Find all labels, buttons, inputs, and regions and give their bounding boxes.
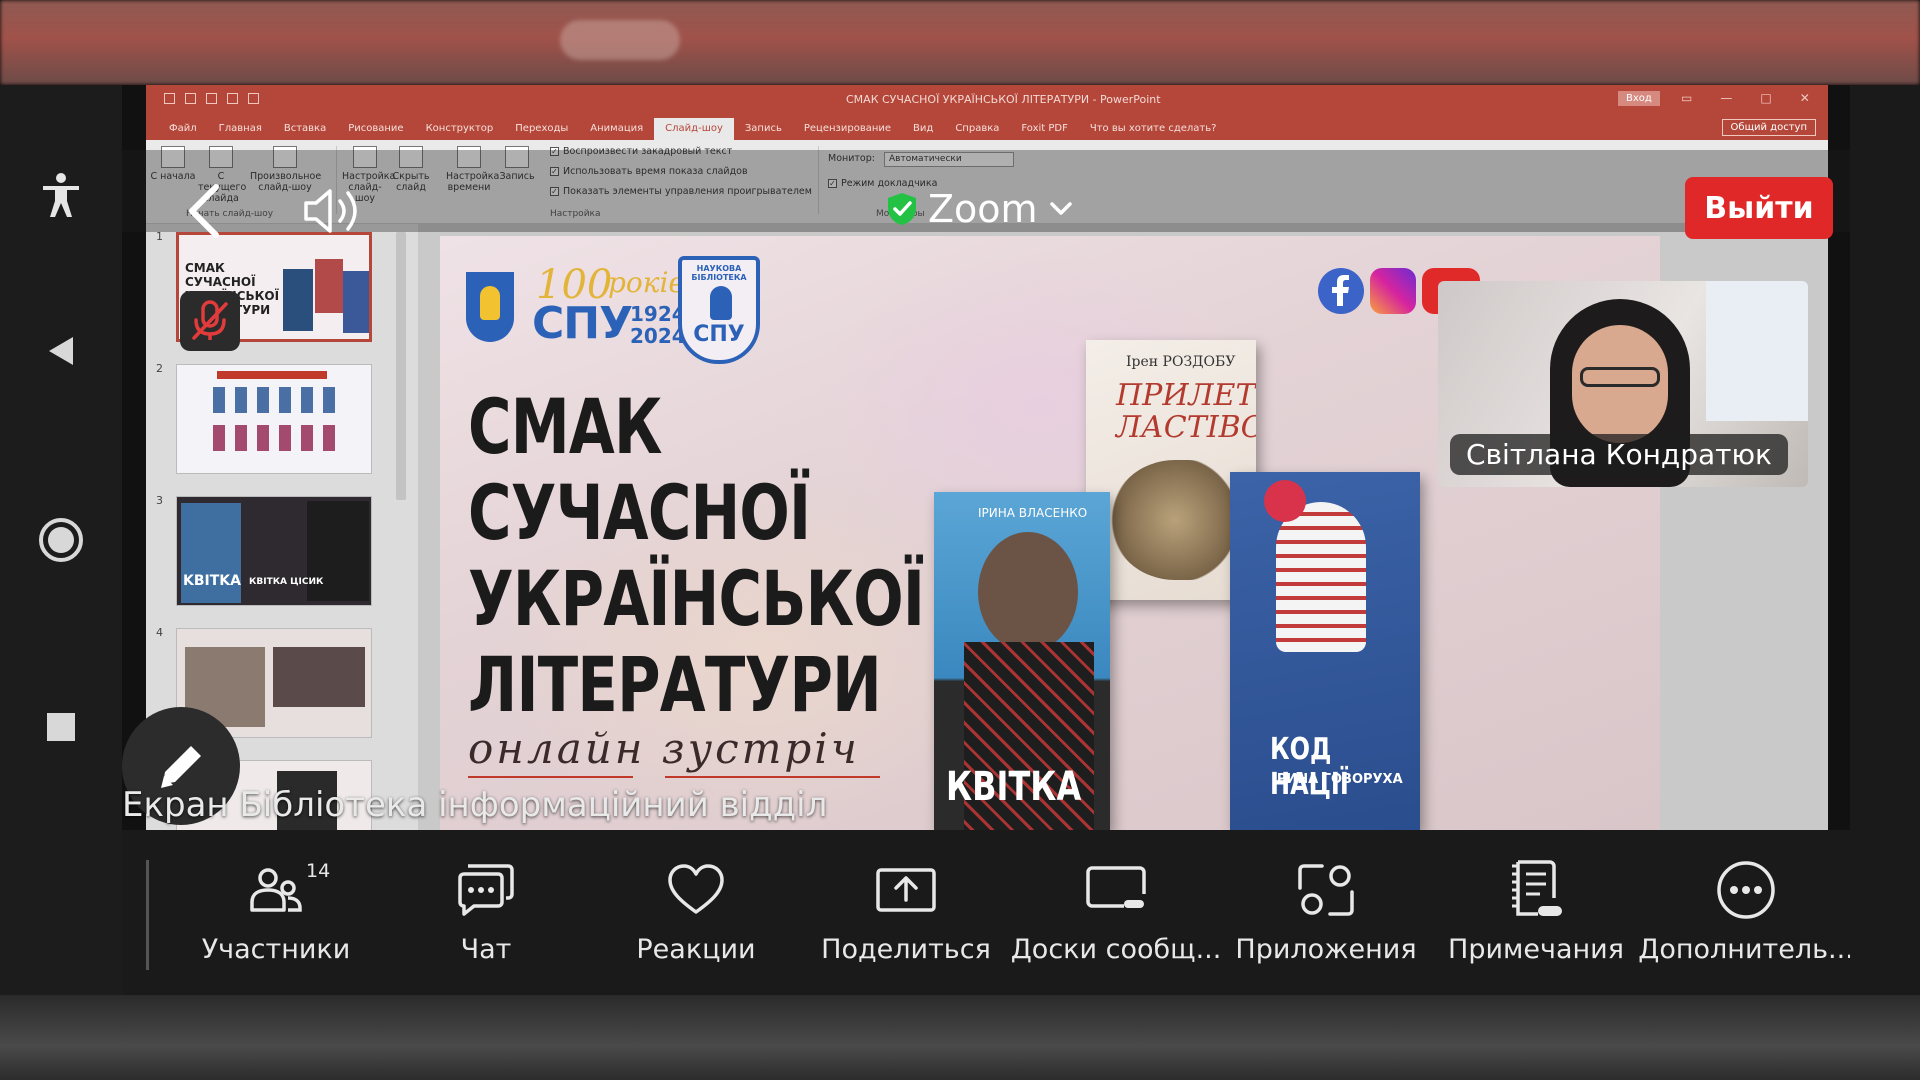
- right-margin: [1850, 85, 1920, 995]
- heart-icon: [668, 864, 724, 914]
- library-logo: НАУКОВА БІБЛІОТЕКА СПУ: [678, 256, 760, 364]
- participant-name-label: Світлана Кондратюк: [1450, 434, 1788, 475]
- zoom-title-text: Zoom: [928, 187, 1038, 231]
- ppt-tab-slideshow: Слайд-шоу: [654, 118, 734, 140]
- participant-video-tile[interactable]: Світлана Кондратюк: [1438, 281, 1808, 487]
- background-calendar: [1706, 281, 1808, 421]
- slide-thumbnail-2: [176, 364, 372, 474]
- nav-back-icon[interactable]: [31, 321, 91, 381]
- audio-output-button[interactable]: [302, 185, 366, 237]
- ppt-tab-view: Вид: [913, 123, 934, 134]
- window-controls: ▭ — □ ✕: [1681, 91, 1810, 105]
- whiteboard-icon: [1086, 866, 1146, 908]
- speaker-icon: [304, 189, 357, 233]
- ppt-signin-button: Вход: [1618, 91, 1660, 106]
- facebook-icon: [1318, 268, 1364, 314]
- background-blur-bottom: [0, 995, 1920, 1080]
- screen-share-muted-badge: [180, 291, 240, 351]
- ppt-tab-file: Файл: [169, 123, 197, 134]
- ppt-tab-foxit: Foxit PDF: [1021, 123, 1068, 134]
- slide-subtitle: онлайн зустріч: [468, 724, 860, 773]
- chat-icon: [458, 864, 514, 916]
- participants-icon: [250, 868, 302, 912]
- share-icon: [876, 868, 936, 912]
- toolbar-notes-button[interactable]: Примечания: [1436, 858, 1636, 978]
- ppt-title-bar: СМАК СУЧАСНОЇ УКРАЇНСЬКОЇ ЛІТЕРАТУРИ - P…: [146, 85, 1828, 115]
- leave-meeting-button[interactable]: Выйти: [1685, 177, 1833, 239]
- ppt-tab-help: Справка: [955, 123, 1000, 134]
- ppt-tab-design: Конструктор: [425, 123, 494, 134]
- ppt-tab-animations: Анимация: [590, 123, 644, 134]
- toolbar-more-button[interactable]: Дополнитель...: [1638, 858, 1850, 978]
- toolbar-whiteboards-button[interactable]: Доски сообщ...: [1011, 858, 1221, 978]
- zoom-bottom-toolbar: Участники 14 Чат Реакции Поделиться Доск…: [122, 830, 1850, 995]
- encryption-shield-icon: [888, 193, 916, 225]
- ppt-window-title: СМАК СУЧАСНОЇ УКРАЇНСЬКОЇ ЛІТЕРАТУРИ - P…: [846, 93, 1161, 106]
- slide-thumbnail-3: KBITKA КВІТКА ЦІСИК: [176, 496, 372, 606]
- ppt-tab-insert: Вставка: [283, 123, 327, 134]
- subtitle-underline: [665, 776, 880, 778]
- instagram-icon: [1370, 268, 1416, 314]
- ppt-share-button: Общий доступ: [1721, 119, 1816, 136]
- zoom-meeting-title[interactable]: Zoom: [886, 184, 1074, 234]
- shared-screen-label: Екран Бібліотека інформаційний відділ: [122, 785, 828, 825]
- subtitle-underline: [468, 776, 633, 778]
- thumb-label: KBITKA: [183, 573, 241, 589]
- ppt-tab-home: Главная: [218, 123, 262, 134]
- book-cover-kod-natsii: КОД НАЦІЇ ІРИНА ГОВОРУХА: [1230, 472, 1420, 830]
- thumbnails-scrollbar: [396, 232, 406, 500]
- zoom-back-button[interactable]: [184, 181, 224, 241]
- slide-title: СМАК СУЧАСНОЇ УКРАЇНСЬКОЇ ЛІТЕРАТУРИ: [468, 382, 925, 729]
- system-nav-bar: [0, 85, 122, 995]
- toolbar-chat-button[interactable]: Чат: [386, 858, 586, 978]
- nav-recents-icon[interactable]: [31, 697, 91, 757]
- ppt-tab-review: Рецензирование: [803, 123, 892, 134]
- book-cover-kvitka: ІРИНА ВЛАСЕНКО КВІТКА: [934, 492, 1110, 830]
- participant-glasses: [1580, 367, 1660, 387]
- ppt-tab-record: Запись: [744, 123, 782, 134]
- chevron-left-icon: [189, 184, 219, 238]
- ppt-tab-transitions: Переходы: [515, 123, 569, 134]
- background-blur-top: [0, 0, 1920, 85]
- ppt-tab-draw: Рисование: [348, 123, 404, 134]
- microphone-muted-icon: [192, 300, 228, 340]
- notes-icon: [1512, 860, 1562, 916]
- toolbar-reactions-button[interactable]: Реакции: [596, 858, 796, 978]
- toolbar-apps-button[interactable]: Приложения: [1226, 858, 1426, 978]
- quick-access-toolbar: [164, 93, 259, 104]
- logo-years-end: 2024: [630, 324, 686, 348]
- chevron-down-icon: [1049, 202, 1072, 215]
- thumb-label: КВІТКА ЦІСИК: [249, 577, 324, 587]
- ppt-ribbon-tabs: Файл Главная Вставка Рисование Конструкт…: [146, 115, 1828, 140]
- apps-icon: [1298, 864, 1354, 916]
- thumb-number: 4: [156, 626, 163, 639]
- thumb-number: 2: [156, 362, 163, 375]
- toolbar-participants-button[interactable]: Участники: [176, 858, 376, 978]
- logo-rokiv-text: років: [608, 266, 685, 299]
- more-icon: [1717, 861, 1775, 919]
- ppt-tell-me: Что вы хотите сделать?: [1089, 123, 1217, 134]
- zoom-meeting-area: СМАК СУЧАСНОЇ УКРАЇНСЬКОЇ ЛІТЕРАТУРИ - P…: [122, 85, 1850, 995]
- accessibility-icon[interactable]: [31, 165, 91, 225]
- toolbar-separator: [146, 860, 149, 970]
- participants-count-badge: 14: [306, 860, 331, 882]
- university-shield-logo: [466, 272, 514, 342]
- nav-home-icon[interactable]: [31, 510, 91, 570]
- logo-spu-text: СПУ: [532, 298, 633, 349]
- thumb-number: 3: [156, 494, 163, 507]
- toolbar-share-button[interactable]: Поделиться: [806, 858, 1006, 978]
